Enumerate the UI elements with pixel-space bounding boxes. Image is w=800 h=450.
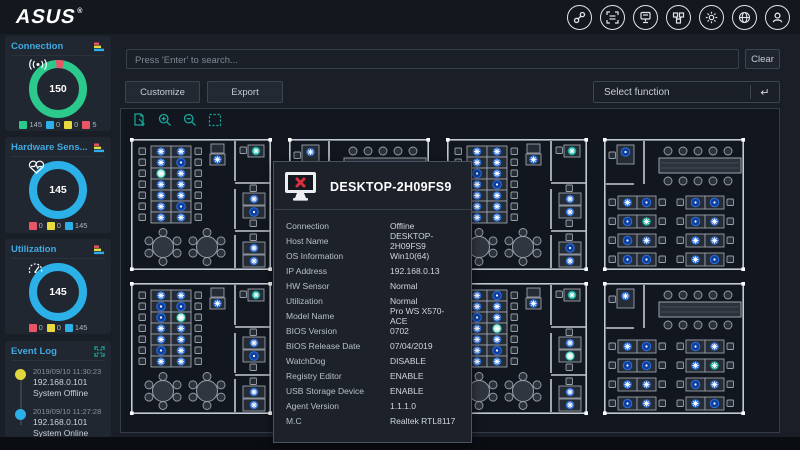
- zoom-out-icon[interactable]: [183, 113, 197, 127]
- device-info-popup: DESKTOP-2H09FS9 ConnectionOfflineHost Na…: [273, 161, 472, 443]
- asus-control-center: ASUS®: [0, 0, 800, 450]
- topbar-icons: [567, 5, 790, 30]
- legend-item: 0: [29, 221, 43, 230]
- hardware-donut: 145: [28, 160, 88, 220]
- connection-legend: 145005: [11, 120, 105, 129]
- popup-row: HW SensorNormal: [286, 278, 459, 293]
- zoom-in-icon[interactable]: [158, 113, 172, 127]
- search-box: [126, 49, 739, 69]
- popup-row: M.CRealtek RTL8117: [286, 413, 459, 428]
- utilization-total: 145: [49, 287, 67, 297]
- legend-item: 145: [19, 120, 42, 129]
- scan-icon[interactable]: [600, 5, 625, 30]
- legend-item: 0: [47, 221, 61, 230]
- user-profile-icon[interactable]: [765, 5, 790, 30]
- expand-icon[interactable]: [94, 346, 105, 357]
- globe-icon[interactable]: [732, 5, 757, 30]
- popup-row: USB Storage DeviceENABLE: [286, 383, 459, 398]
- utilization-donut: 145: [28, 262, 88, 322]
- utilization-legend: 00 145: [11, 323, 105, 332]
- hardware-total: 145: [49, 185, 67, 195]
- legend-item: 145: [65, 323, 88, 332]
- utilization-panel: Utilization 145 00 145: [5, 239, 111, 334]
- popup-row: Host NameDESKTOP-2H09FS9: [286, 233, 459, 248]
- panel-title: Event Log: [11, 346, 57, 357]
- event-log-item[interactable]: 2019/09/10 11:30:23192.168.0.101System O…: [11, 367, 105, 399]
- legend-item: 0: [29, 323, 43, 332]
- legend-item: 0: [46, 120, 60, 129]
- devices-group-icon[interactable]: [666, 5, 691, 30]
- popup-row: BIOS Release Date07/04/2019: [286, 338, 459, 353]
- legend-item: 145: [65, 221, 88, 230]
- panel-title: Utilization: [11, 244, 56, 255]
- popup-title: DESKTOP-2H09FS9: [330, 180, 452, 194]
- floorplan-block[interactable]: [603, 282, 745, 415]
- signal-icon: [28, 59, 48, 70]
- gauge-icon: [28, 262, 43, 275]
- connection-total: 150: [49, 84, 67, 94]
- report-select-icon[interactable]: [133, 113, 147, 127]
- event-log-panel: Event Log 2019/09/10 11:30:23192.168.0.1…: [5, 341, 111, 437]
- map-toolbar: [133, 113, 222, 127]
- floorplan-block[interactable]: [130, 138, 272, 271]
- legend-item: 0: [47, 323, 61, 332]
- popup-row: IP Address192.168.0.13: [286, 263, 459, 278]
- mini-bar-chart-icon[interactable]: [93, 42, 105, 52]
- event-log-list: 2019/09/10 11:30:23192.168.0.101System O…: [11, 367, 105, 437]
- marquee-select-icon[interactable]: [208, 113, 222, 127]
- hardware-sensor-panel: Hardware Sens... 145 00 145: [5, 137, 111, 233]
- popup-rows: ConnectionOfflineHost NameDESKTOP-2H09FS…: [274, 216, 471, 430]
- floorplan-block[interactable]: [603, 138, 745, 271]
- panel-title: Connection: [11, 41, 63, 52]
- connection-donut: 150: [28, 59, 88, 119]
- hardware-legend: 00 145: [11, 221, 105, 230]
- event-log-item[interactable]: 2019/09/10 11:27:28192.168.0.101System O…: [11, 407, 105, 437]
- legend-item: 5: [82, 120, 96, 129]
- offline-monitor-icon: [284, 171, 318, 202]
- export-button[interactable]: Export: [207, 81, 283, 103]
- settings-gear-icon[interactable]: [699, 5, 724, 30]
- floorplan-block[interactable]: [130, 282, 272, 415]
- connection-panel: Connection 150 145005: [5, 36, 111, 131]
- legend-item: 0: [64, 120, 78, 129]
- asus-logo: ASUS®: [14, 6, 85, 29]
- mini-bar-chart-icon[interactable]: [93, 245, 105, 255]
- topbar: ASUS®: [0, 0, 800, 34]
- popup-row: Registry EditorENABLE: [286, 368, 459, 383]
- divider: [274, 209, 471, 210]
- mini-bar-chart-icon[interactable]: [93, 143, 105, 153]
- clear-button[interactable]: Clear: [745, 49, 780, 69]
- select-function-dropdown[interactable]: Select function ↵: [593, 81, 780, 103]
- heart-pulse-icon: [28, 160, 45, 174]
- popup-row: Model NamePro WS X570-ACE: [286, 308, 459, 323]
- customize-button[interactable]: Customize: [125, 81, 200, 103]
- enter-icon[interactable]: ↵: [750, 85, 779, 99]
- connect-link-icon[interactable]: [567, 5, 592, 30]
- search-input[interactable]: [127, 52, 754, 70]
- remote-server-icon[interactable]: [633, 5, 658, 30]
- popup-row: WatchDogDISABLE: [286, 353, 459, 368]
- select-function-label: Select function: [594, 87, 750, 98]
- panel-title: Hardware Sens...: [11, 142, 88, 153]
- popup-row: Agent Version1.1.1.0: [286, 398, 459, 413]
